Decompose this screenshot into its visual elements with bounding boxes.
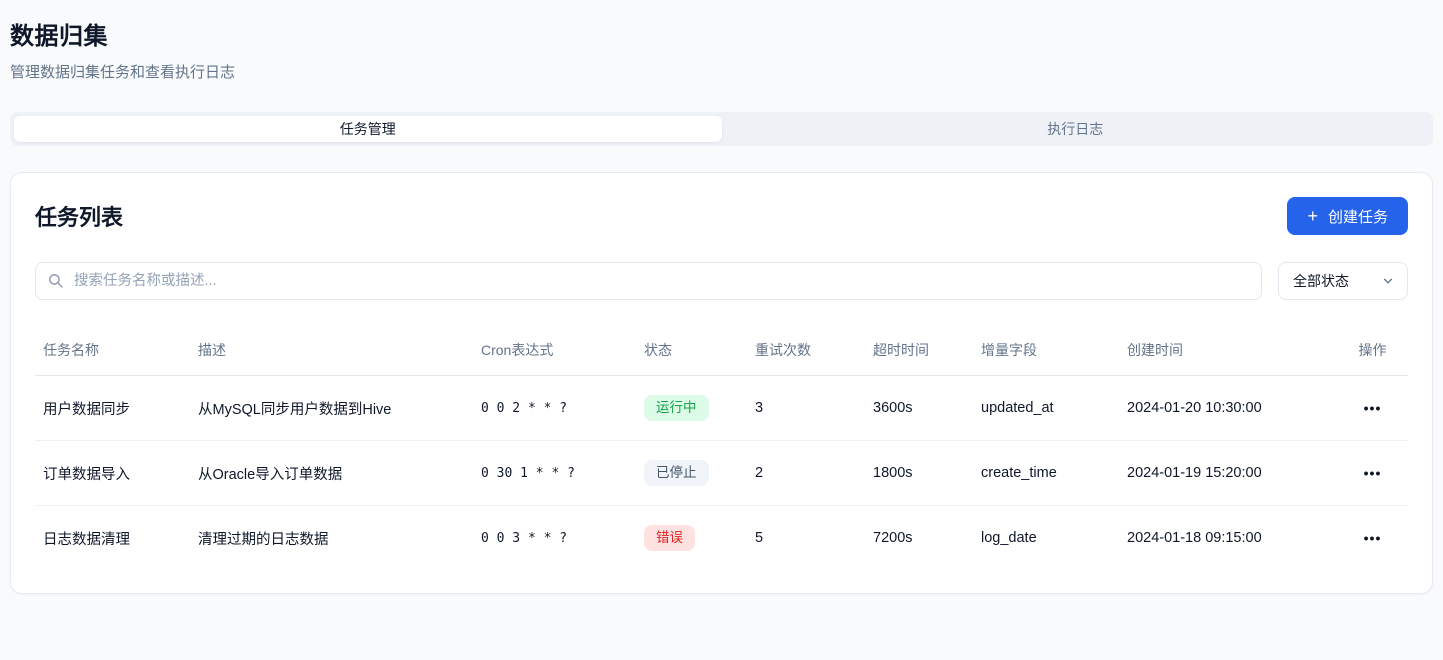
status-cell: 已停止 [636, 441, 747, 506]
card-header: 任务列表 + 创建任务 [35, 197, 1408, 235]
retry-count-cell: 2 [747, 441, 865, 506]
create-task-button[interactable]: + 创建任务 [1287, 197, 1408, 235]
tab-task-management[interactable]: 任务管理 [14, 116, 722, 142]
task-description-cell: 清理过期的日志数据 [190, 506, 473, 571]
tab-bar: 任务管理 执行日志 [10, 112, 1433, 146]
page-subtitle: 管理数据归集任务和查看执行日志 [10, 61, 1433, 82]
incremental-field-cell: updated_at [973, 376, 1119, 441]
table-body: 用户数据同步 从MySQL同步用户数据到Hive 0 0 2 * * ? 运行中… [35, 376, 1408, 571]
timeout-cell: 7200s [865, 506, 973, 571]
column-header: Cron表达式 [473, 326, 636, 376]
card-title: 任务列表 [35, 200, 123, 232]
status-badge: 已停止 [644, 460, 709, 486]
timeout-cell: 1800s [865, 441, 973, 506]
create-task-button-label: 创建任务 [1328, 206, 1388, 227]
cron-expression-cell: 0 0 2 * * ? [473, 376, 636, 441]
actions-cell: ••• [1337, 441, 1408, 506]
column-header: 超时时间 [865, 326, 973, 376]
column-header: 任务名称 [35, 326, 190, 376]
search-input[interactable] [35, 262, 1262, 300]
status-filter-select[interactable]: 全部状态 [1278, 262, 1408, 300]
column-header: 创建时间 [1119, 326, 1337, 376]
created-time-cell: 2024-01-18 09:15:00 [1119, 506, 1337, 571]
created-time-cell: 2024-01-19 15:20:00 [1119, 441, 1337, 506]
actions-cell: ••• [1337, 376, 1408, 441]
table-header-row: 任务名称描述Cron表达式状态重试次数超时时间增量字段创建时间操作 [35, 326, 1408, 376]
cron-expression-cell: 0 30 1 * * ? [473, 441, 636, 506]
task-list-card: 任务列表 + 创建任务 全部状态 [10, 172, 1433, 594]
retry-count-cell: 5 [747, 506, 865, 571]
row-actions-button[interactable]: ••• [1364, 400, 1382, 416]
search-box [35, 262, 1262, 300]
row-actions-button[interactable]: ••• [1364, 530, 1382, 546]
table-row: 用户数据同步 从MySQL同步用户数据到Hive 0 0 2 * * ? 运行中… [35, 376, 1408, 441]
timeout-cell: 3600s [865, 376, 973, 441]
column-header: 操作 [1337, 326, 1408, 376]
table-row: 日志数据清理 清理过期的日志数据 0 0 3 * * ? 错误 5 7200s … [35, 506, 1408, 571]
incremental-field-cell: create_time [973, 441, 1119, 506]
tab-execution-logs[interactable]: 执行日志 [722, 116, 1430, 142]
page: 数据归集 管理数据归集任务和查看执行日志 任务管理 执行日志 任务列表 + 创建… [0, 0, 1443, 594]
incremental-field-cell: log_date [973, 506, 1119, 571]
status-badge: 错误 [644, 525, 695, 551]
search-icon [47, 272, 64, 289]
status-cell: 错误 [636, 506, 747, 571]
toolbar: 全部状态 [35, 262, 1408, 300]
status-filter-value: 全部状态 [1293, 271, 1349, 291]
table-row: 订单数据导入 从Oracle导入订单数据 0 30 1 * * ? 已停止 2 … [35, 441, 1408, 506]
page-title: 数据归集 [10, 16, 1433, 51]
column-header: 状态 [636, 326, 747, 376]
retry-count-cell: 3 [747, 376, 865, 441]
task-name-cell: 日志数据清理 [35, 506, 190, 571]
column-header: 描述 [190, 326, 473, 376]
task-description-cell: 从Oracle导入订单数据 [190, 441, 473, 506]
status-cell: 运行中 [636, 376, 747, 441]
task-table: 任务名称描述Cron表达式状态重试次数超时时间增量字段创建时间操作 用户数据同步… [35, 326, 1408, 571]
cron-expression-cell: 0 0 3 * * ? [473, 506, 636, 571]
column-header: 增量字段 [973, 326, 1119, 376]
plus-icon: + [1307, 207, 1318, 225]
actions-cell: ••• [1337, 506, 1408, 571]
created-time-cell: 2024-01-20 10:30:00 [1119, 376, 1337, 441]
row-actions-button[interactable]: ••• [1364, 465, 1382, 481]
chevron-down-icon [1381, 274, 1395, 288]
task-description-cell: 从MySQL同步用户数据到Hive [190, 376, 473, 441]
column-header: 重试次数 [747, 326, 865, 376]
task-name-cell: 订单数据导入 [35, 441, 190, 506]
status-badge: 运行中 [644, 395, 709, 421]
task-name-cell: 用户数据同步 [35, 376, 190, 441]
